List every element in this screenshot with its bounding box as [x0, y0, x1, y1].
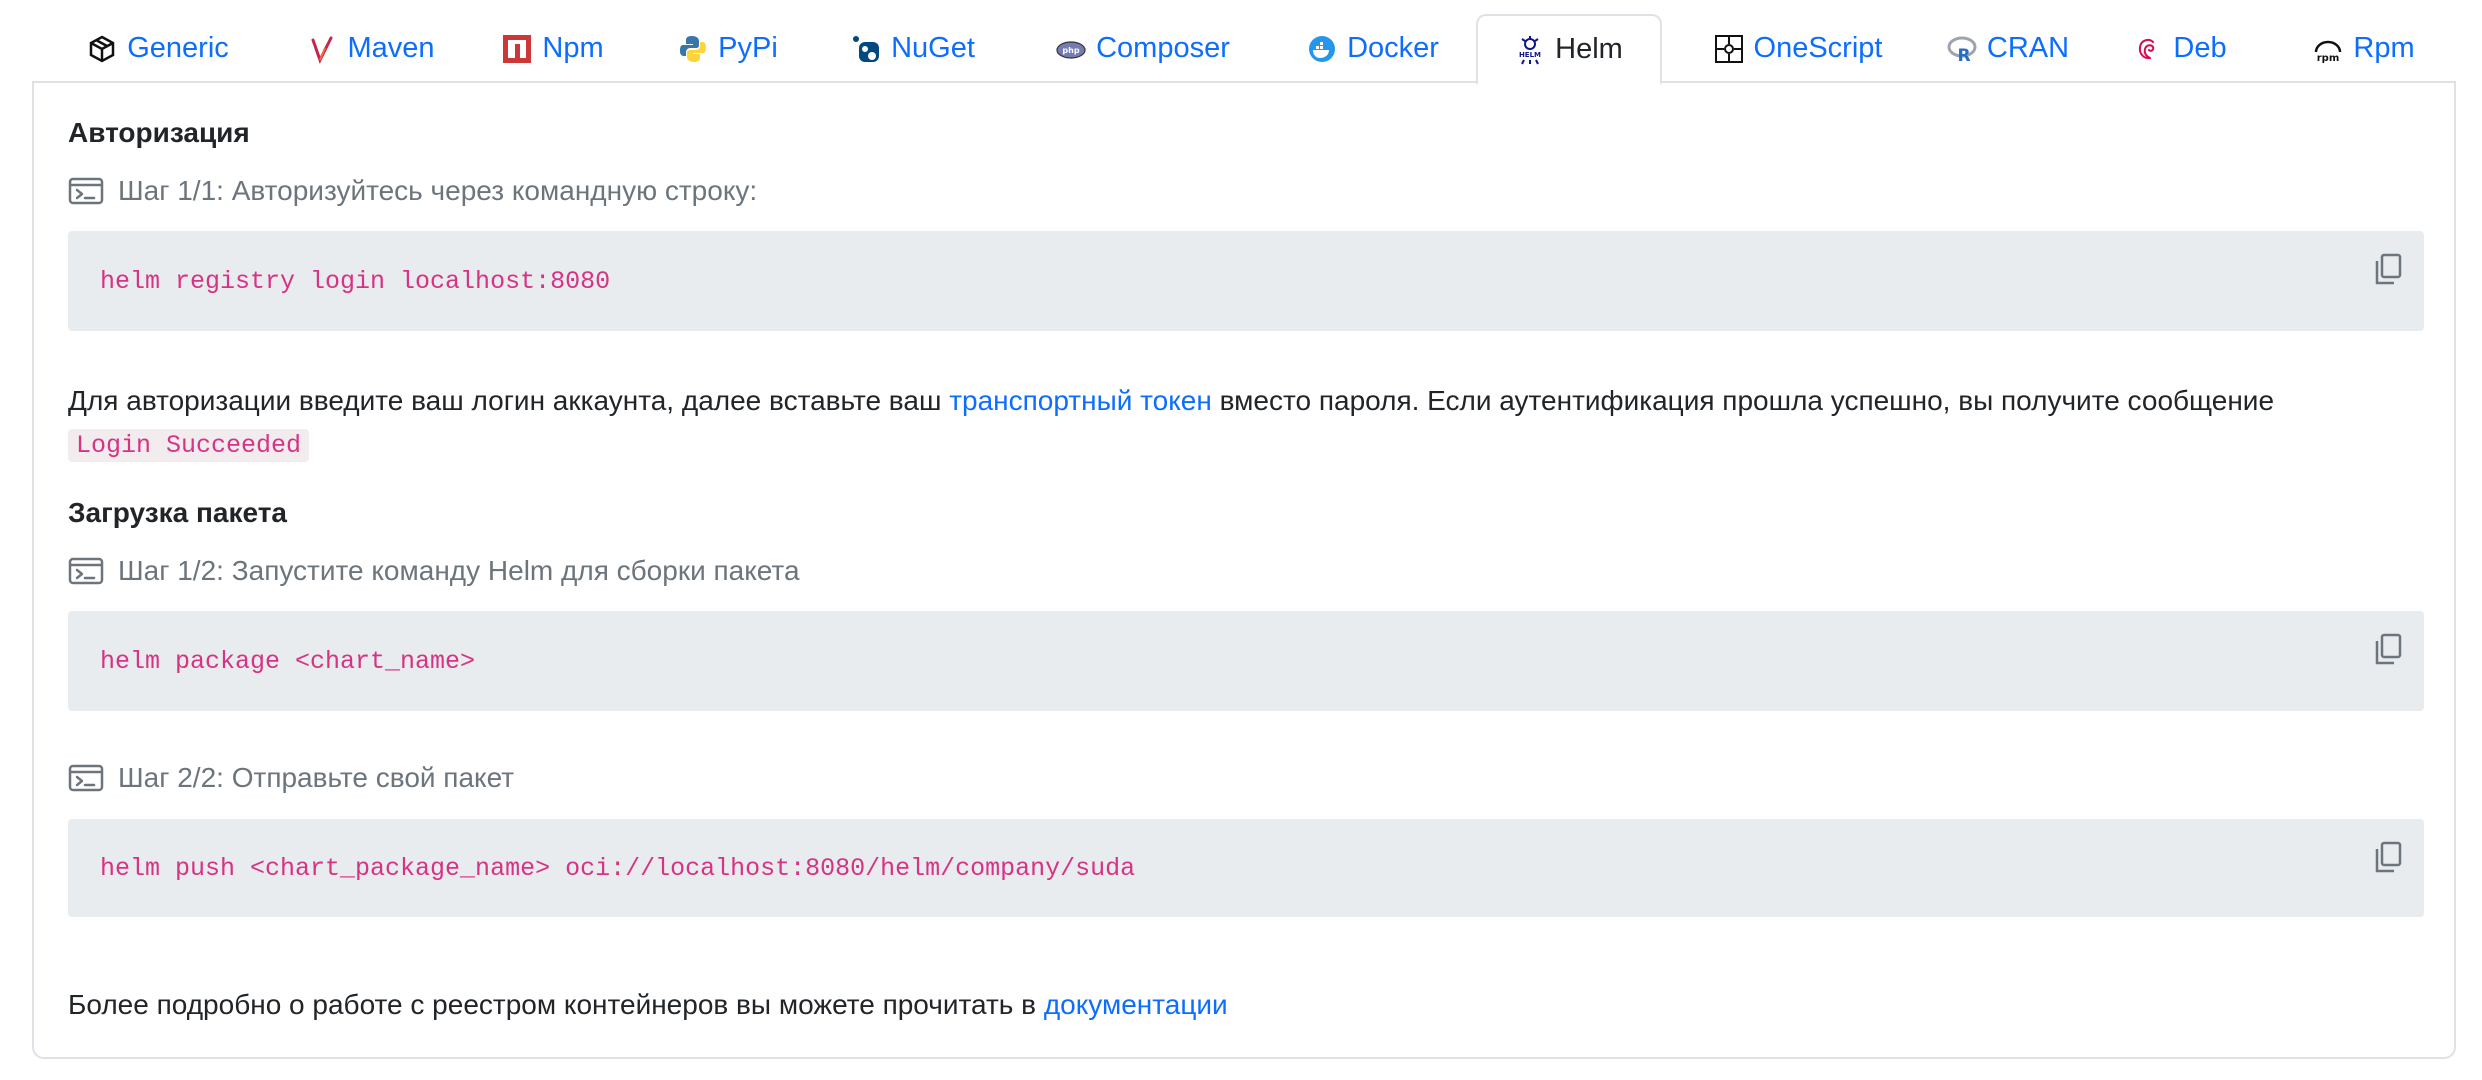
package-command: helm package <chart_name> [100, 647, 476, 676]
svg-text:HELM: HELM [1519, 51, 1541, 59]
push-command: helm push <chart_package_name> oci://loc… [100, 854, 1136, 883]
auth-description-text-end: вместо пароля. Если аутентификация прошл… [1211, 385, 2275, 416]
upload-step-1: Шаг 1/2: Запустите команду Helm для сбор… [68, 555, 800, 587]
terminal-icon [68, 556, 104, 586]
tab-composer[interactable]: php Composer [1028, 14, 1258, 83]
onescript-puzzle-icon [1714, 34, 1744, 64]
svg-text:R: R [1957, 46, 1970, 64]
registry-type-tabs: Generic Maven Npm PyPi NuGet php Compose… [32, 0, 2456, 85]
python-logo-icon [678, 34, 708, 64]
tab-generic[interactable]: Generic [68, 14, 248, 83]
tab-label: Rpm [2353, 32, 2415, 64]
helm-tab-panel: Авторизация Шаг 1/1: Авторизуйтесь через… [32, 81, 2456, 1059]
copy-icon[interactable] [2372, 841, 2404, 875]
tab-maven[interactable]: Maven [286, 14, 456, 83]
tab-label: NuGet [891, 32, 975, 64]
composer-logo-icon: php [1056, 34, 1086, 64]
svg-text:rpm: rpm [2317, 53, 2340, 64]
tab-label: Composer [1096, 32, 1230, 64]
r-logo-icon: R [1947, 34, 1977, 64]
tab-label: PyPi [718, 32, 778, 64]
rpm-logo-icon: rpm [2313, 34, 2343, 64]
npm-logo-icon [502, 34, 532, 64]
tab-label: OneScript [1753, 32, 1883, 64]
auth-step-1: Шаг 1/1: Авторизуйтесь через командную с… [68, 175, 757, 207]
tab-label: Deb [2173, 32, 2227, 64]
svg-text:php: php [1063, 46, 1080, 55]
tab-label: Docker [1347, 32, 1439, 64]
tab-label: CRAN [1986, 32, 2070, 64]
push-command-block: helm push <chart_package_name> oci://loc… [68, 819, 2424, 917]
tab-helm[interactable]: HELM Helm [1476, 14, 1662, 85]
package-command-block: helm package <chart_name> [68, 611, 2424, 711]
upload-step-2-text: Шаг 2/2: Отправьте свой пакет [118, 762, 515, 793]
auth-step-1-text: Шаг 1/1: Авторизуйтесь через командную с… [118, 175, 758, 206]
login-succeeded-code: Login Succeeded [68, 429, 310, 462]
nuget-logo-icon [851, 34, 881, 64]
auth-description: Для авторизации введите ваш логин аккаун… [68, 379, 2274, 423]
package-cube-icon [87, 34, 117, 64]
tab-npm[interactable]: Npm [488, 14, 618, 83]
copy-icon[interactable] [2372, 253, 2404, 287]
tab-pypi[interactable]: PyPi [658, 14, 798, 83]
upload-step-2: Шаг 2/2: Отправьте свой пакет [68, 762, 514, 794]
maven-feather-icon [307, 34, 337, 64]
auth-description-text: Для авторизации введите ваш логин аккаун… [68, 385, 950, 416]
transport-token-link[interactable]: транспортный токен [949, 385, 1212, 416]
terminal-icon [68, 176, 104, 206]
copy-icon[interactable] [2372, 633, 2404, 667]
tab-label: Maven [347, 32, 435, 64]
upload-heading: Загрузка пакета [68, 497, 287, 528]
upload-step-1-text: Шаг 1/2: Запустите команду Helm для сбор… [118, 555, 800, 586]
tab-nuget[interactable]: NuGet [838, 14, 988, 83]
terminal-icon [68, 763, 104, 793]
footer-note: Более подробно о работе с реестром конте… [68, 983, 1228, 1027]
tab-label: Helm [1555, 33, 1623, 65]
auth-command: helm registry login localhost:8080 [100, 267, 611, 296]
documentation-link[interactable]: документации [1044, 989, 1228, 1020]
helm-instructions-page: Generic Maven Npm PyPi NuGet php Compose… [0, 0, 2482, 1080]
docker-whale-icon [1307, 34, 1337, 64]
helm-wheel-icon: HELM [1515, 35, 1545, 65]
tab-label: Npm [542, 32, 604, 64]
tab-rpm[interactable]: rpm Rpm [2302, 14, 2426, 83]
tab-deb[interactable]: Deb [2120, 14, 2240, 83]
footer-text: Более подробно о работе с реестром конте… [68, 989, 1044, 1020]
tab-cran[interactable]: R CRAN [1938, 14, 2078, 83]
auth-command-block: helm registry login localhost:8080 [68, 231, 2424, 331]
auth-heading: Авторизация [68, 117, 250, 148]
tab-docker[interactable]: Docker [1298, 14, 1448, 83]
tab-onescript[interactable]: OneScript [1698, 14, 1898, 83]
debian-swirl-icon [2133, 34, 2163, 64]
tab-label: Generic [127, 32, 229, 64]
